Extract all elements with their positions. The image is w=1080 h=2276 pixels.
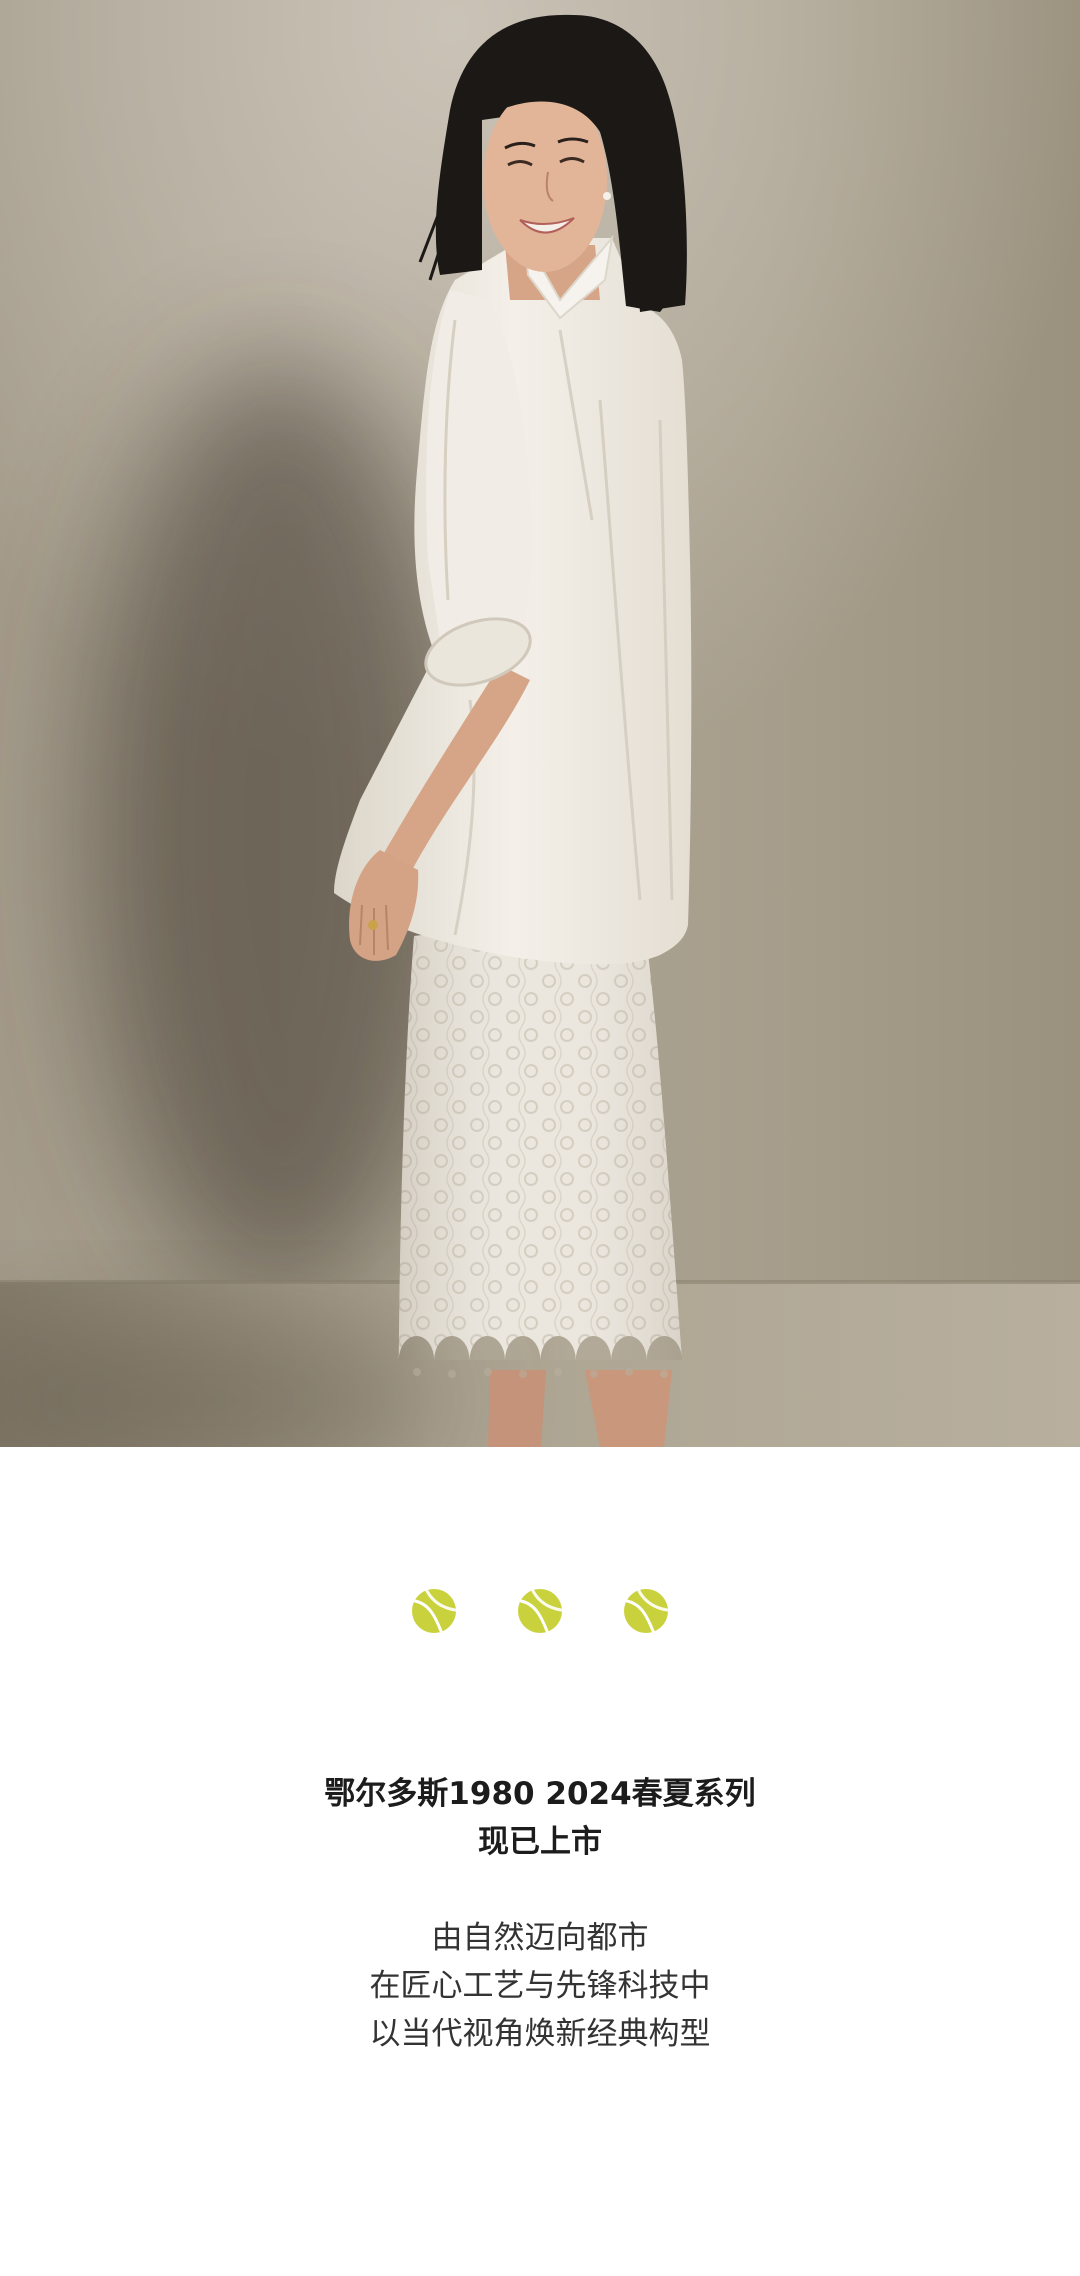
headline: 鄂尔多斯1980 2024春夏系列 现已上市 bbox=[0, 1770, 1080, 1866]
tennis-ball-divider bbox=[0, 1588, 1080, 1634]
body-copy: 由自然迈向都市 在匠心工艺与先锋科技中 以当代视角焕新经典构型 bbox=[0, 1914, 1080, 2058]
hero-illustration bbox=[0, 0, 1080, 1447]
body-line: 以当代视角焕新经典构型 bbox=[369, 2016, 711, 2052]
tennis-ball-icon bbox=[411, 1588, 457, 1634]
hero-photo[interactable] bbox=[0, 0, 1080, 1447]
tennis-ball-icon bbox=[517, 1588, 563, 1634]
headline-line-availability: 现已上市 bbox=[478, 1824, 602, 1860]
body-line: 在匠心工艺与先锋科技中 bbox=[369, 1968, 711, 2004]
model-skirt bbox=[398, 930, 682, 1378]
headline-line-collection: 鄂尔多斯1980 2024春夏系列 bbox=[324, 1776, 756, 1812]
tennis-ball-icon bbox=[623, 1588, 669, 1634]
article-page: 鄂尔多斯1980 2024春夏系列 现已上市 由自然迈向都市 在匠心工艺与先锋科… bbox=[0, 0, 1080, 2276]
body-line: 由自然迈向都市 bbox=[431, 1920, 649, 1956]
